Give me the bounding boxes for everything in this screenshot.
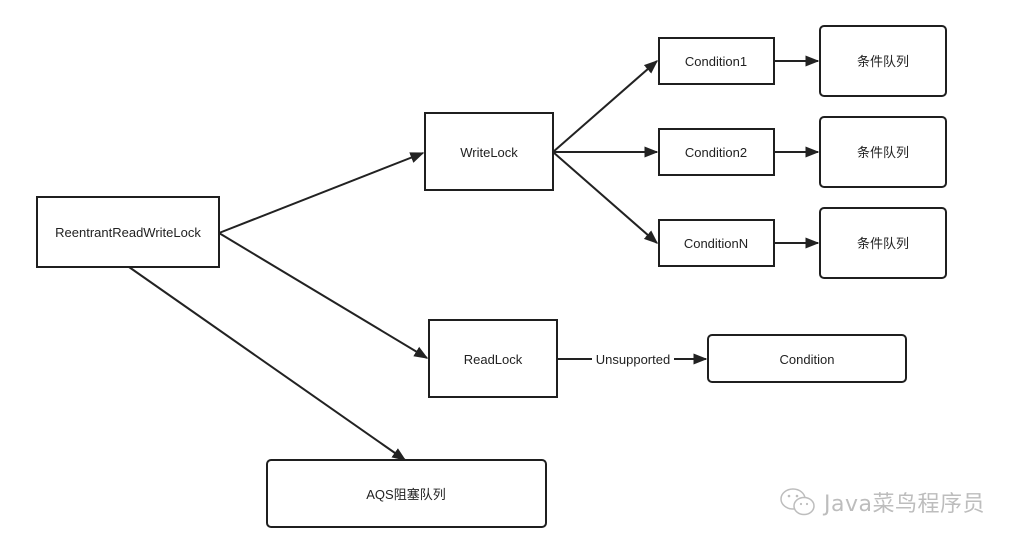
node-reentrantreadwritelock[interactable]: ReentrantReadWriteLock — [36, 196, 220, 268]
edge-rrwl-to-aqs — [128, 266, 407, 461]
node-writelock[interactable]: WriteLock — [424, 112, 554, 191]
node-aqs-blocking-queue[interactable]: AQS阻塞队列 — [266, 459, 547, 528]
node-label: Condition2 — [685, 145, 747, 160]
node-readlock[interactable]: ReadLock — [428, 319, 558, 398]
node-label: WriteLock — [460, 145, 518, 160]
node-label: Condition1 — [685, 54, 747, 69]
node-label: ReadLock — [464, 352, 523, 367]
watermark: Java菜鸟程序员 — [778, 486, 985, 518]
wechat-icon — [780, 488, 815, 516]
diagram-canvas: Unsupported ReentrantReadWriteLock Write… — [36, 25, 947, 528]
node-label: Condition — [780, 352, 835, 367]
node-condition-queue-1[interactable]: 条件队列 — [819, 25, 947, 97]
node-conditionN[interactable]: ConditionN — [658, 219, 775, 267]
node-condition[interactable]: Condition — [707, 334, 907, 383]
edge-writelock-to-condN — [552, 151, 659, 244]
node-condition-queue-n[interactable]: 条件队列 — [819, 207, 947, 279]
node-condition-queue-2[interactable]: 条件队列 — [819, 116, 947, 188]
node-label: AQS阻塞队列 — [366, 487, 445, 502]
node-condition1[interactable]: Condition1 — [658, 37, 775, 85]
node-label: 条件队列 — [857, 54, 909, 69]
edge-rrwl-to-readlock — [218, 232, 429, 359]
node-condition2[interactable]: Condition2 — [658, 128, 775, 176]
edge-label-unsupported: Unsupported — [596, 352, 670, 367]
edge-writelock-to-cond1 — [552, 60, 659, 153]
node-label: ConditionN — [684, 236, 748, 251]
node-label: 条件队列 — [857, 145, 909, 160]
node-label: 条件队列 — [857, 236, 909, 251]
watermark-text: Java菜鸟程序员 — [824, 492, 985, 517]
node-label: ReentrantReadWriteLock — [55, 225, 201, 240]
edge-rrwl-to-writelock — [218, 152, 425, 234]
